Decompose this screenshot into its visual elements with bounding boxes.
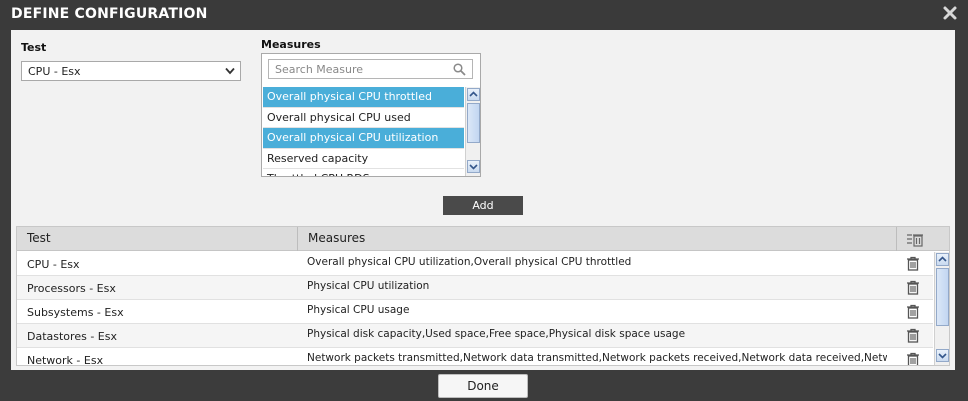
row-test-cell: CPU - Esx <box>27 258 80 271</box>
add-button[interactable]: Add <box>443 196 523 215</box>
scroll-down-button[interactable] <box>936 349 949 362</box>
chevron-up-icon <box>938 256 947 262</box>
dialog-title: DEFINE CONFIGURATION <box>11 6 208 22</box>
trash-icon[interactable] <box>906 256 920 271</box>
chevron-down-icon <box>225 67 235 75</box>
scroll-up-button[interactable] <box>936 253 949 266</box>
delete-all-icon[interactable] <box>906 232 924 247</box>
row-measures-cell: Physical CPU usage <box>307 304 410 316</box>
table-row: CPU - Esx Overall physical CPU utilizatio… <box>17 252 933 276</box>
measure-option[interactable]: Overall physical CPU used <box>263 108 464 128</box>
column-divider <box>896 227 897 251</box>
trash-icon[interactable] <box>906 328 920 343</box>
measures-scrollbar[interactable] <box>465 87 480 176</box>
search-placeholder: Search Measure <box>275 63 364 76</box>
measure-option[interactable]: Overall physical CPU throttled <box>263 87 464 108</box>
scroll-up-button[interactable] <box>467 88 480 101</box>
measures-listbox: Search Measure Overall physical CPU thro… <box>261 53 481 177</box>
scroll-thumb[interactable] <box>467 103 480 143</box>
measure-option[interactable]: Overall physical CPU utilization <box>263 128 464 149</box>
table-scrollbar[interactable] <box>934 252 949 365</box>
table-header: Test Measures <box>17 227 949 251</box>
test-select-value: CPU - Esx <box>28 65 81 78</box>
dialog-body: Test CPU - Esx Measures Search Measure O… <box>11 30 955 370</box>
column-header-test: Test <box>27 231 51 245</box>
column-divider <box>297 227 298 251</box>
dialog-titlebar: DEFINE CONFIGURATION <box>0 0 968 30</box>
config-table: Test Measures CPU - Esx Overall physical … <box>16 226 950 366</box>
row-measures-cell: Overall physical CPU utilization,Overall… <box>307 256 632 268</box>
table-row: Processors - Esx Physical CPU utilization <box>17 276 933 300</box>
measures-list: Overall physical CPU throttled Overall ph… <box>263 87 464 176</box>
row-measures-cell: Network packets transmitted,Network data… <box>307 352 887 364</box>
table-row: Subsystems - Esx Physical CPU usage <box>17 300 933 324</box>
measure-option[interactable]: Reserved capacity <box>263 149 464 169</box>
row-measures-cell: Physical disk capacity,Used space,Free s… <box>307 328 686 340</box>
trash-icon[interactable] <box>906 352 920 365</box>
test-label: Test <box>21 41 47 54</box>
row-test-cell: Processors - Esx <box>27 282 116 295</box>
scroll-thumb[interactable] <box>936 268 949 326</box>
trash-icon[interactable] <box>906 304 920 319</box>
row-test-cell: Subsystems - Esx <box>27 306 124 319</box>
measure-option[interactable]: Throttled CPU RDS <box>263 169 464 176</box>
search-measure-input[interactable]: Search Measure <box>268 59 473 79</box>
test-select[interactable]: CPU - Esx <box>21 61 241 81</box>
row-measures-cell: Physical CPU utilization <box>307 280 430 292</box>
measures-label: Measures <box>261 38 321 51</box>
done-button[interactable]: Done <box>438 374 528 398</box>
chevron-up-icon <box>469 91 478 97</box>
column-header-measures: Measures <box>308 231 366 245</box>
trash-icon[interactable] <box>906 280 920 295</box>
chevron-down-icon <box>469 164 478 170</box>
table-row: Network - Esx Network packets transmitted… <box>17 348 933 366</box>
row-test-cell: Datastores - Esx <box>27 330 117 343</box>
scroll-down-button[interactable] <box>467 160 480 173</box>
row-test-cell: Network - Esx <box>27 354 104 366</box>
table-row: Datastores - Esx Physical disk capacity,U… <box>17 324 933 348</box>
close-icon[interactable] <box>942 5 958 21</box>
search-icon <box>453 63 466 76</box>
chevron-down-icon <box>938 353 947 359</box>
